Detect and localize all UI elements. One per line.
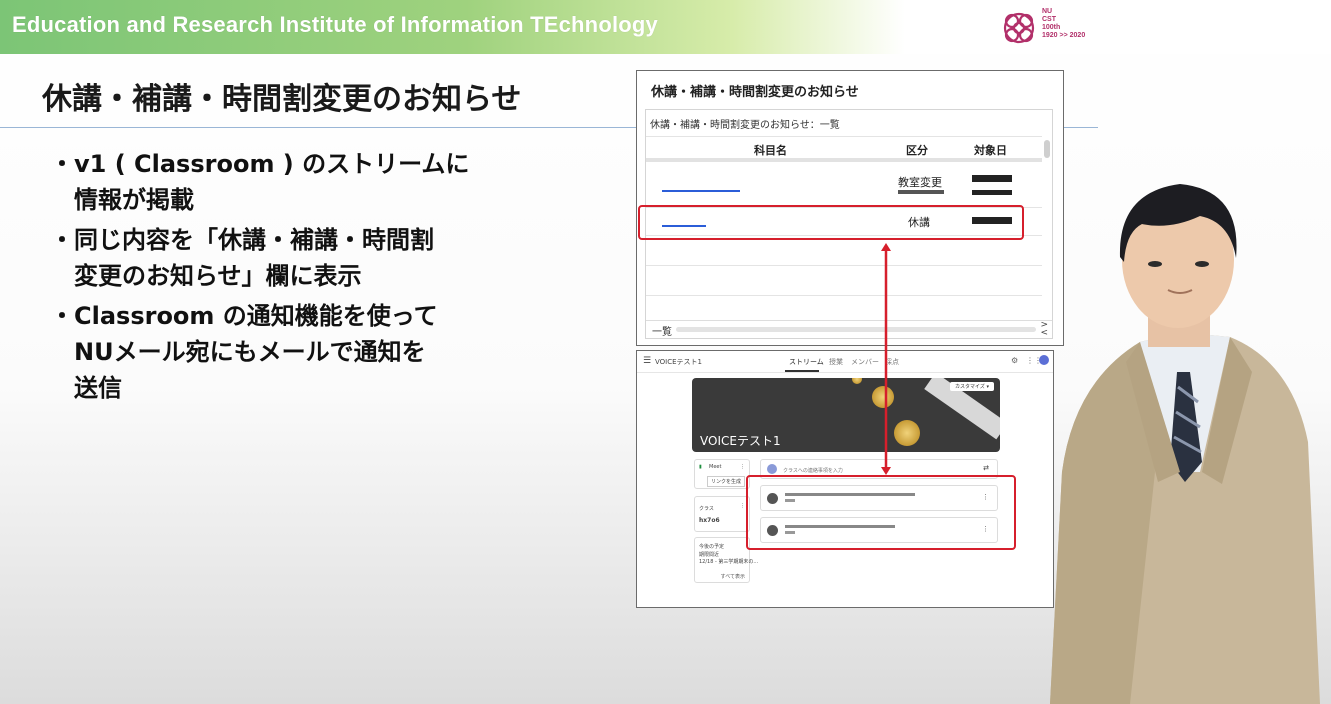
notice-table-header: 科目名 区分 対象日 — [646, 136, 1042, 162]
menu-icon[interactable]: ☰ — [643, 356, 651, 366]
customize-button[interactable]: カスタマイズ ▾ — [950, 382, 994, 391]
coin-image — [894, 420, 920, 446]
notice-list-subtitle: 休講・補講・時間割変更のお知らせ：一覧 — [650, 120, 840, 131]
upcoming-card: 今後の予定 期限間近 12/18 - 第三学期期末の... すべて表示 — [694, 537, 758, 583]
redacted-date — [972, 190, 1012, 195]
class-banner: VOICEテスト1 カスタマイズ ▾ — [692, 378, 1000, 452]
bullet-item: ・ 同じ内容を「休講・補講・時間割 変更のお知らせ」欄に表示 — [50, 222, 520, 294]
meet-icon: ▮ — [699, 464, 702, 470]
coin-image — [852, 378, 862, 384]
class-code-value: hx7o6 — [699, 517, 720, 524]
bullet-marker: ・ — [50, 150, 74, 178]
bullet-text: v1 ( Classroom ) のストリームに 情報が掲載 — [74, 150, 470, 214]
tab-people[interactable]: メンバー — [851, 357, 879, 367]
bullet-marker: ・ — [50, 226, 74, 254]
redacted-date — [972, 175, 1012, 182]
tab-classwork[interactable]: 授業 — [829, 357, 843, 367]
table-row — [646, 266, 1042, 296]
class-banner-title: VOICEテスト1 — [700, 434, 781, 448]
presenter-photo — [1050, 184, 1320, 704]
column-date: 対象日 — [974, 144, 1007, 157]
meet-card: ▮ Meet ⋮ リンクを生成 — [694, 459, 750, 489]
bullet-marker: ・ — [50, 302, 74, 330]
meet-link-button[interactable]: リンクを生成 — [707, 476, 746, 487]
bullet-text: Classroom の通知機能を使って NUメール宛にもメールで通知を 送信 — [74, 302, 438, 402]
connector-arrow — [881, 243, 891, 475]
class-code-label: クラス — [699, 506, 714, 512]
bullet-item: ・ v1 ( Classroom ) のストリームに 情報が掲載 — [50, 146, 520, 218]
subject-link[interactable] — [662, 190, 740, 192]
highlight-box-notice — [638, 205, 1024, 240]
bullet-item: ・ Classroom の通知機能を使って NUメール宛にもメールで通知を 送信 — [50, 298, 520, 406]
bullet-list: ・ v1 ( Classroom ) のストリームに 情報が掲載 ・ 同じ内容を… — [50, 146, 520, 410]
view-all-link[interactable]: すべて表示 — [721, 573, 745, 580]
column-category: 区分 — [906, 144, 928, 157]
row-category: 教室変更 — [898, 176, 942, 189]
horizontal-scrollbar[interactable] — [676, 327, 1036, 332]
header-banner: Education and Research Institute of Info… — [0, 0, 1331, 54]
class-name: VOICEテスト1 — [655, 358, 703, 366]
table-row — [646, 236, 1042, 266]
upcoming-text: 期限間近 12/18 - 第三学期期末の... — [699, 552, 759, 565]
banner-title: Education and Research Institute of Info… — [12, 12, 658, 37]
help-icon[interactable]: ⚙ — [1011, 356, 1018, 365]
notice-list-footer: 一覧 > < — [646, 320, 1052, 338]
highlight-box-stream — [746, 475, 1016, 550]
tab-stream[interactable]: ストリーム — [789, 357, 824, 367]
table-row[interactable]: 教室変更 — [646, 168, 1042, 208]
announce-placeholder: クラスへの連絡事項を入力 — [783, 468, 843, 474]
redacted-text — [898, 190, 944, 194]
active-tab-indicator — [785, 370, 819, 372]
list-tab[interactable]: 一覧 — [652, 323, 672, 338]
avatar — [767, 464, 777, 474]
repost-icon[interactable]: ⇄ — [983, 464, 989, 472]
bullet-text: 同じ内容を「休講・補講・時間割 変更のお知らせ」欄に表示 — [74, 226, 434, 290]
slide-title: 休講・補講・時間割変更のお知らせ — [42, 82, 522, 117]
more-icon[interactable]: ⋮ — [740, 464, 745, 470]
classroom-topbar: ☰ VOICEテスト1 ストリーム 授業 メンバー 採点 ⚙ ⋮⋮ — [637, 351, 1053, 373]
upcoming-label: 今後の予定 — [699, 544, 725, 550]
scrollbar-thumb[interactable] — [1044, 140, 1050, 158]
more-icon[interactable]: ⋮ — [740, 503, 745, 509]
logo-text: NU CST 100th 1920 >> 2020 — [1042, 8, 1086, 39]
class-code-card: クラス ⋮ hx7o6 — [694, 496, 750, 532]
notice-panel-title: 休講・補講・時間割変更のお知らせ — [651, 85, 859, 100]
meet-label: Meet — [709, 464, 722, 470]
column-subject: 科目名 — [754, 144, 787, 157]
